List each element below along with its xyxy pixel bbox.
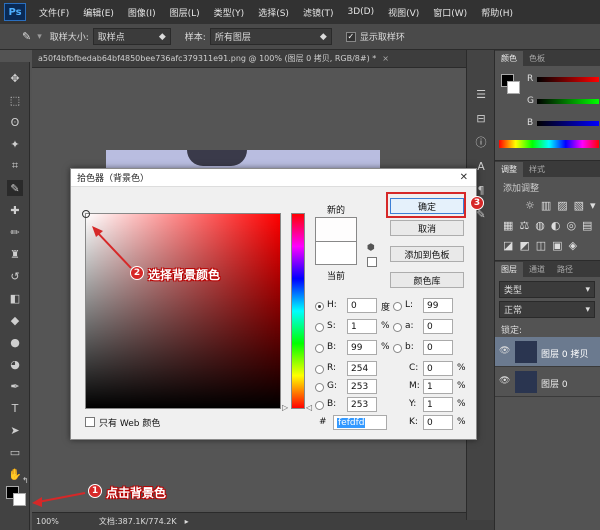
step-2-text: 选择背景颜色 xyxy=(148,268,221,282)
step-3-badge: 3 xyxy=(470,196,484,210)
step-1-badge: 1 xyxy=(88,484,102,498)
arrow-head xyxy=(32,497,42,507)
ok-button-highlight xyxy=(386,192,466,218)
arrow-to-color-field xyxy=(95,230,132,269)
arrow-to-background-swatch xyxy=(37,492,86,503)
step-2-badge: 2 xyxy=(130,266,144,280)
step-1-text: 点击背景色 xyxy=(106,486,167,500)
annotation-arrows xyxy=(32,192,466,507)
